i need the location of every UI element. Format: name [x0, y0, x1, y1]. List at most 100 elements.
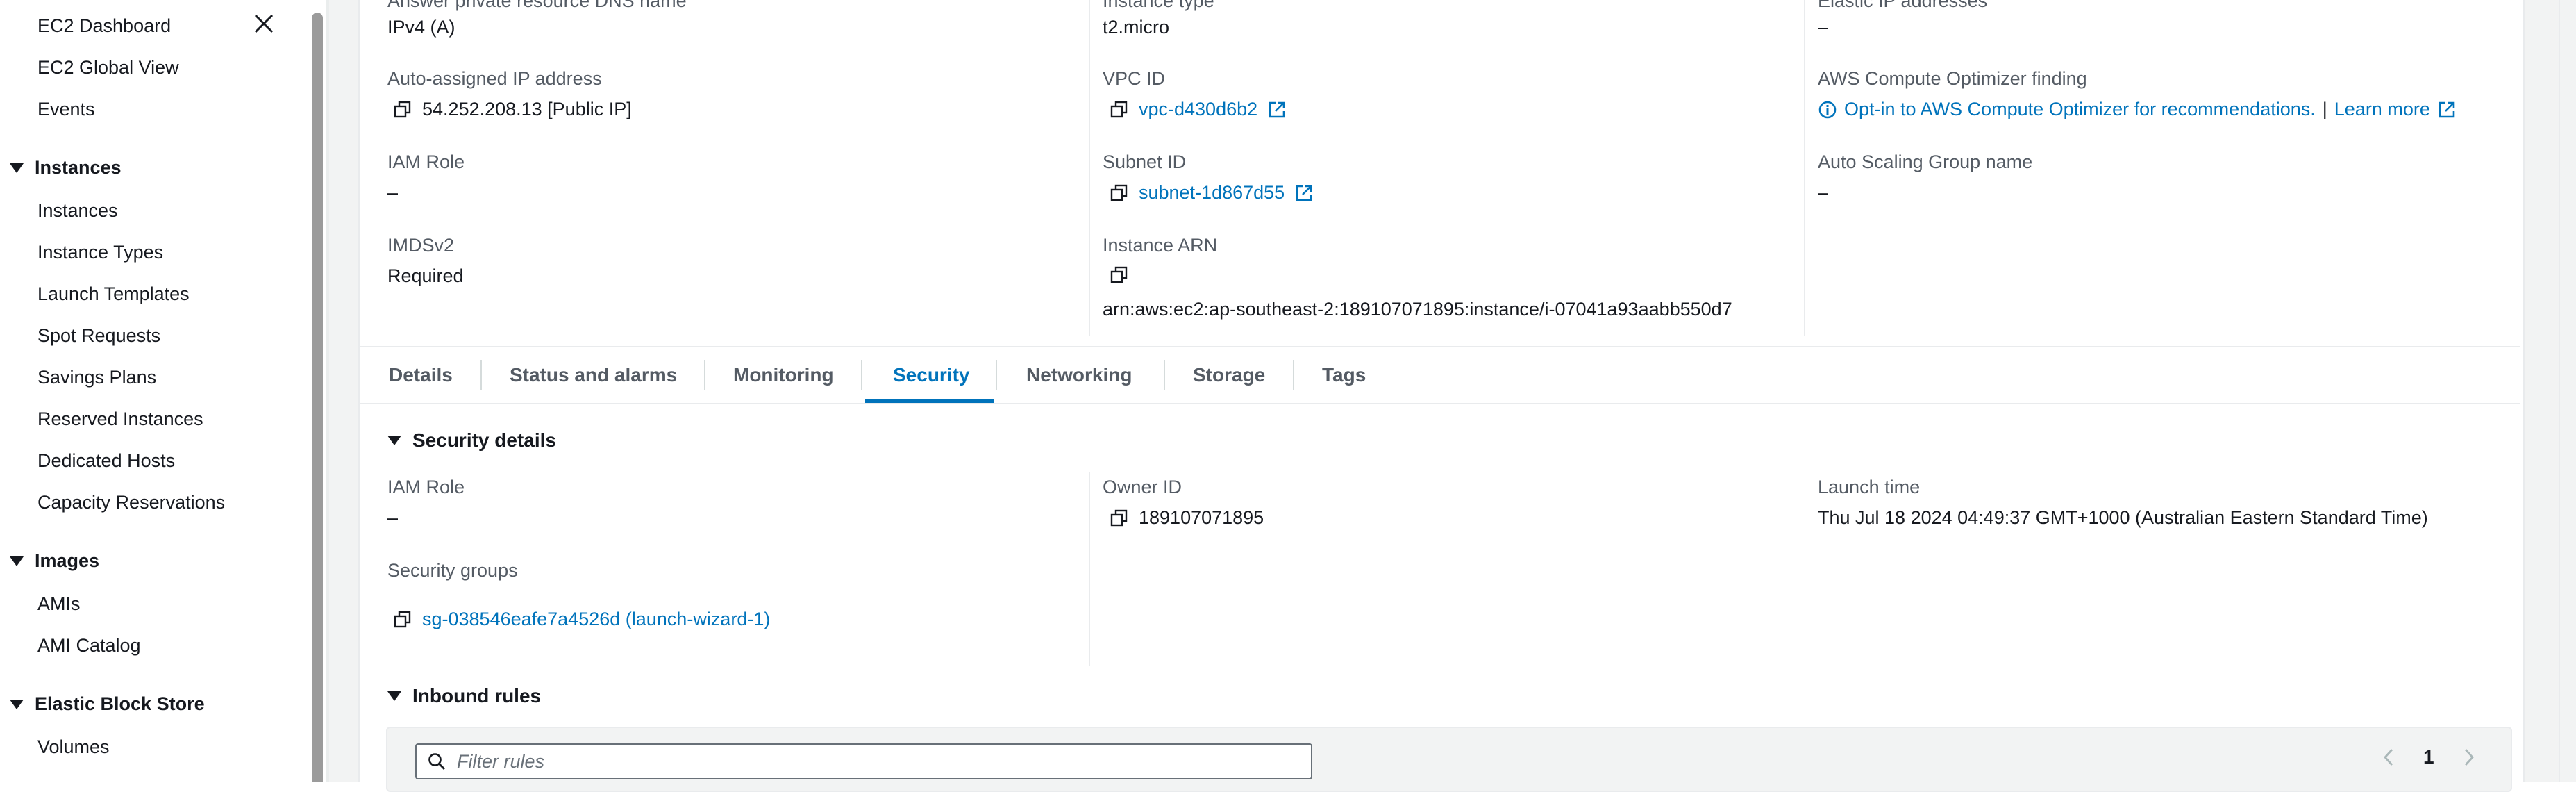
caret-down-icon — [10, 556, 24, 566]
iam-role-value: – — [387, 182, 399, 203]
tab-monitoring[interactable]: Monitoring — [733, 364, 834, 386]
security-groups-label: Security groups — [387, 560, 518, 581]
dns-record-label: Answer private resource DNS name — [387, 0, 687, 11]
nav-savings-plans[interactable]: Savings Plans — [37, 367, 156, 388]
launch-time-value: Thu Jul 18 2024 04:49:37 GMT+1000 (Austr… — [1818, 507, 2428, 528]
filter-rules-field[interactable] — [415, 743, 1312, 779]
elastic-ip-label: Elastic IP addresses — [1818, 0, 1988, 11]
subnet-id-value: subnet-1d867d55 — [1110, 182, 1314, 204]
column-divider — [1089, 0, 1090, 336]
nav-group-images[interactable]: Images — [10, 550, 99, 572]
compute-optimizer-value: Opt-in to AWS Compute Optimizer for reco… — [1818, 99, 2457, 120]
nav-volumes[interactable]: Volumes — [37, 736, 110, 758]
page-scrollbar[interactable] — [2559, 0, 2576, 782]
chevron-left-icon[interactable] — [2382, 748, 2395, 767]
page-number[interactable]: 1 — [2423, 746, 2434, 768]
tab-divider — [1293, 360, 1294, 390]
tab-bar: Details Status and alarms Monitoring Sec… — [360, 346, 2520, 404]
security-group-link[interactable]: sg-038546eafe7a4526d (launch-wizard-1) — [422, 609, 770, 630]
asg-name-value: – — [1818, 182, 1829, 203]
nav-group-label: Elastic Block Store — [35, 693, 205, 714]
auto-ip-label: Auto-assigned IP address — [387, 68, 602, 89]
caret-down-icon — [10, 699, 24, 709]
nav-spot-requests[interactable]: Spot Requests — [37, 325, 160, 347]
instance-type-label: Instance type — [1103, 0, 1214, 11]
vpc-id-label: VPC ID — [1103, 68, 1166, 89]
copy-icon[interactable] — [1110, 509, 1129, 528]
inbound-rules-title: Inbound rules — [412, 685, 542, 707]
link-separator: | — [2322, 99, 2327, 119]
copy-icon[interactable] — [1110, 183, 1129, 203]
learn-more-link[interactable]: Learn more — [2334, 99, 2430, 120]
copy-icon[interactable] — [1110, 265, 1129, 285]
copy-icon[interactable] — [393, 610, 412, 629]
nav-group-label: Images — [35, 550, 100, 571]
owner-id-label: Owner ID — [1103, 477, 1182, 497]
tab-status-and-alarms[interactable]: Status and alarms — [510, 364, 677, 386]
caret-down-icon — [387, 691, 401, 701]
instance-arn-label: Instance ARN — [1103, 235, 1218, 256]
nav-capacity-reservations[interactable]: Capacity Reservations — [37, 492, 225, 513]
nav-instance-types[interactable]: Instance Types — [37, 242, 163, 263]
external-link-icon[interactable] — [1294, 183, 1314, 203]
caret-down-icon — [10, 163, 24, 173]
subnet-id-link[interactable]: subnet-1d867d55 — [1139, 182, 1285, 204]
sidebar: EC2 Dashboard EC2 Global View Events Ins… — [0, 0, 311, 782]
nav-ec2-global-view[interactable]: EC2 Global View — [37, 57, 179, 79]
close-icon[interactable] — [250, 10, 278, 38]
nav-group-elastic-block-store[interactable]: Elastic Block Store — [10, 693, 205, 715]
chevron-right-icon[interactable] — [2462, 748, 2476, 767]
tab-divider — [1164, 360, 1165, 390]
iam-role-label: IAM Role — [387, 151, 465, 172]
imdsv2-value: Required — [387, 265, 464, 286]
nav-dedicated-hosts[interactable]: Dedicated Hosts — [37, 450, 175, 472]
nav-events[interactable]: Events — [37, 99, 95, 120]
auto-ip-text: 54.252.208.13 [Public IP] — [422, 99, 632, 119]
nav-amis[interactable]: AMIs — [37, 593, 81, 615]
sidebar-scrollbar[interactable] — [310, 0, 324, 782]
inbound-rules-header[interactable]: Inbound rules — [387, 685, 541, 707]
nav-launch-templates[interactable]: Launch Templates — [37, 283, 190, 305]
nav-reserved-instances[interactable]: Reserved Instances — [37, 409, 203, 430]
sec-iam-role-value: – — [387, 507, 399, 528]
tab-details[interactable]: Details — [389, 364, 453, 386]
sidebar-scroll-thumb[interactable] — [312, 13, 323, 782]
tab-storage[interactable]: Storage — [1193, 364, 1265, 386]
tab-divider — [861, 360, 862, 390]
copy-icon[interactable] — [393, 100, 412, 119]
nav-group-label: Instances — [35, 157, 122, 178]
compute-optimizer-link[interactable]: Opt-in to AWS Compute Optimizer for reco… — [1844, 99, 2316, 120]
nav-instances[interactable]: Instances — [37, 200, 118, 222]
asg-name-label: Auto Scaling Group name — [1818, 151, 2033, 172]
launch-time-label: Launch time — [1818, 477, 1921, 497]
active-tab-indicator — [865, 399, 994, 403]
vpc-id-link[interactable]: vpc-d430d6b2 — [1139, 99, 1257, 120]
security-group-value: sg-038546eafe7a4526d (launch-wizard-1) — [393, 609, 770, 630]
tab-divider — [996, 360, 997, 390]
tab-networking[interactable]: Networking — [1026, 364, 1132, 386]
tab-tags[interactable]: Tags — [1322, 364, 1366, 386]
filter-rules-input[interactable] — [455, 750, 1291, 773]
elastic-ip-value: – — [1818, 17, 1829, 38]
tab-security[interactable]: Security — [893, 364, 970, 386]
vpc-id-value: vpc-d430d6b2 — [1110, 99, 1287, 120]
security-details-title: Security details — [412, 429, 556, 451]
dns-record-value: IPv4 (A) — [387, 17, 455, 38]
sec-iam-role-label: IAM Role — [387, 477, 465, 497]
column-divider — [1804, 0, 1805, 336]
info-icon — [1818, 101, 1837, 118]
pagination: 1 — [2382, 746, 2476, 768]
external-link-icon[interactable] — [1267, 100, 1287, 119]
external-link-icon[interactable] — [2437, 100, 2457, 119]
security-details-header[interactable]: Security details — [387, 429, 556, 452]
owner-id-text: 189107071895 — [1139, 507, 1264, 528]
nav-ami-catalog[interactable]: AMI Catalog — [37, 635, 141, 657]
nav-ec2-dashboard[interactable]: EC2 Dashboard — [37, 15, 171, 37]
instance-arn-value: arn:aws:ec2:ap-southeast-2:189107071895:… — [1103, 299, 1732, 320]
tab-divider — [480, 360, 482, 390]
imdsv2-label: IMDSv2 — [387, 235, 455, 256]
nav-group-instances[interactable]: Instances — [10, 157, 122, 179]
copy-icon[interactable] — [1110, 100, 1129, 119]
instance-type-value: t2.micro — [1103, 17, 1170, 38]
caret-down-icon — [387, 436, 401, 445]
